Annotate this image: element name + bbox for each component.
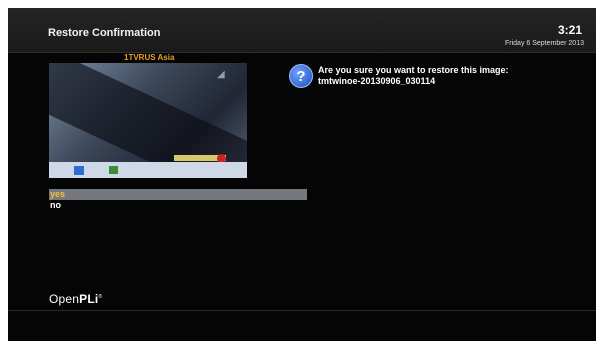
logo-text: Open <box>49 292 80 306</box>
footer-divider <box>8 310 596 311</box>
page-title: Restore Confirmation <box>48 27 161 39</box>
channel-name: 1TVRUS Asia <box>124 53 175 62</box>
header-bar: Restore Confirmation 3:21 Friday 6 Septe… <box>8 8 596 53</box>
question-icon: ? <box>289 64 313 88</box>
option-no[interactable]: no <box>49 200 307 211</box>
clock-date: Friday 6 September 2013 <box>505 40 584 47</box>
tv-preview: ◢ <box>49 63 247 178</box>
message-line: Are you sure you want to restore this im… <box>318 65 509 75</box>
preview-strip-icon <box>74 166 84 175</box>
option-yes[interactable]: yes <box>49 189 307 200</box>
tv-screen: Restore Confirmation 3:21 Friday 6 Septe… <box>8 8 596 341</box>
openpli-logo: OpenPLi® <box>49 292 102 306</box>
logo-mark: ® <box>98 294 103 300</box>
confirmation-message: Are you sure you want to restore this im… <box>318 65 509 87</box>
logo-text-bold: PLi <box>79 292 99 306</box>
preview-strip-icon <box>109 166 118 174</box>
channel-watermark-icon: ◢ <box>217 69 225 80</box>
clock-time: 3:21 <box>557 23 582 37</box>
message-image-name: tmtwinoe-20130906_030114 <box>318 76 436 86</box>
choice-list: yes no <box>49 189 307 211</box>
